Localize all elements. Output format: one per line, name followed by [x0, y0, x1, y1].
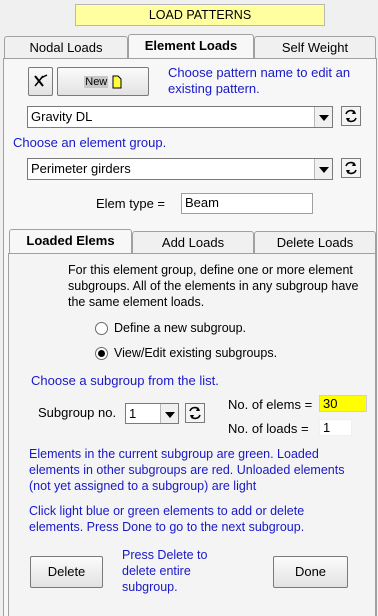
subgroup-label: Subgroup no. [38, 405, 117, 420]
tab-element-loads[interactable]: Element Loads [128, 34, 254, 60]
tab-delete-loads[interactable]: Delete Loads [254, 231, 376, 254]
pattern-select[interactable]: Gravity DL [27, 106, 333, 128]
intro-text: For this element group, define one or mo… [68, 263, 359, 309]
refresh-pattern-button[interactable] [341, 106, 361, 126]
group-prompt: Choose an element group. [13, 135, 167, 150]
tab-add-loads[interactable]: Add Loads [132, 231, 254, 254]
delete-hint: Press Delete to delete entire subgroup. [122, 548, 208, 594]
pick-pattern-button[interactable] [28, 67, 53, 96]
elem-type-label: Elem type = [96, 196, 166, 211]
radio-edit-label: View/Edit existing subgroups. [114, 346, 278, 360]
pattern-hint: Choose pattern name to edit an existing … [168, 65, 351, 96]
chevron-down-icon[interactable] [314, 159, 332, 179]
group-selected: Perimeter girders [31, 161, 131, 176]
refresh-icon [345, 109, 357, 123]
chevron-down-icon[interactable] [160, 404, 178, 423]
new-label: New [84, 76, 109, 88]
pattern-selected: Gravity DL [31, 109, 93, 124]
radio-new-subgroup[interactable] [95, 322, 108, 335]
refresh-subgroup-button[interactable] [185, 403, 205, 423]
subgroup-select[interactable]: 1 [125, 403, 179, 424]
page-title: LOAD PATTERNS [75, 4, 325, 26]
tab-nodal-loads[interactable]: Nodal Loads [4, 36, 128, 59]
choose-subgroup-prompt: Choose a subgroup from the list. [31, 373, 219, 388]
done-button[interactable]: Done [273, 556, 348, 588]
color-info-text: Elements in the current subgroup are gre… [29, 447, 345, 493]
new-document-icon [112, 75, 122, 89]
cursor-pick-icon [34, 74, 48, 87]
group-select[interactable]: Perimeter girders [27, 158, 333, 180]
tab-loaded-elems[interactable]: Loaded Elems [9, 229, 132, 254]
delete-button[interactable]: Delete [30, 556, 103, 588]
refresh-icon [189, 406, 201, 420]
num-loads-label: No. of loads = [228, 421, 309, 436]
tab-self-weight[interactable]: Self Weight [254, 36, 376, 59]
click-info-text: Click light blue or green elements to ad… [29, 504, 305, 534]
radio-new-label: Define a new subgroup. [114, 321, 247, 335]
num-elems-field: 30 [319, 395, 367, 412]
elem-type-field: Beam [181, 193, 313, 214]
chevron-down-icon[interactable] [314, 107, 332, 127]
refresh-group-button[interactable] [341, 158, 361, 178]
num-elems-label: No. of elems = [228, 397, 313, 412]
num-loads-field: 1 [319, 419, 352, 436]
new-pattern-button[interactable]: New [57, 67, 149, 96]
refresh-icon [345, 161, 357, 175]
radio-edit-subgroup[interactable] [95, 347, 108, 360]
subgroup-value: 1 [129, 406, 137, 421]
